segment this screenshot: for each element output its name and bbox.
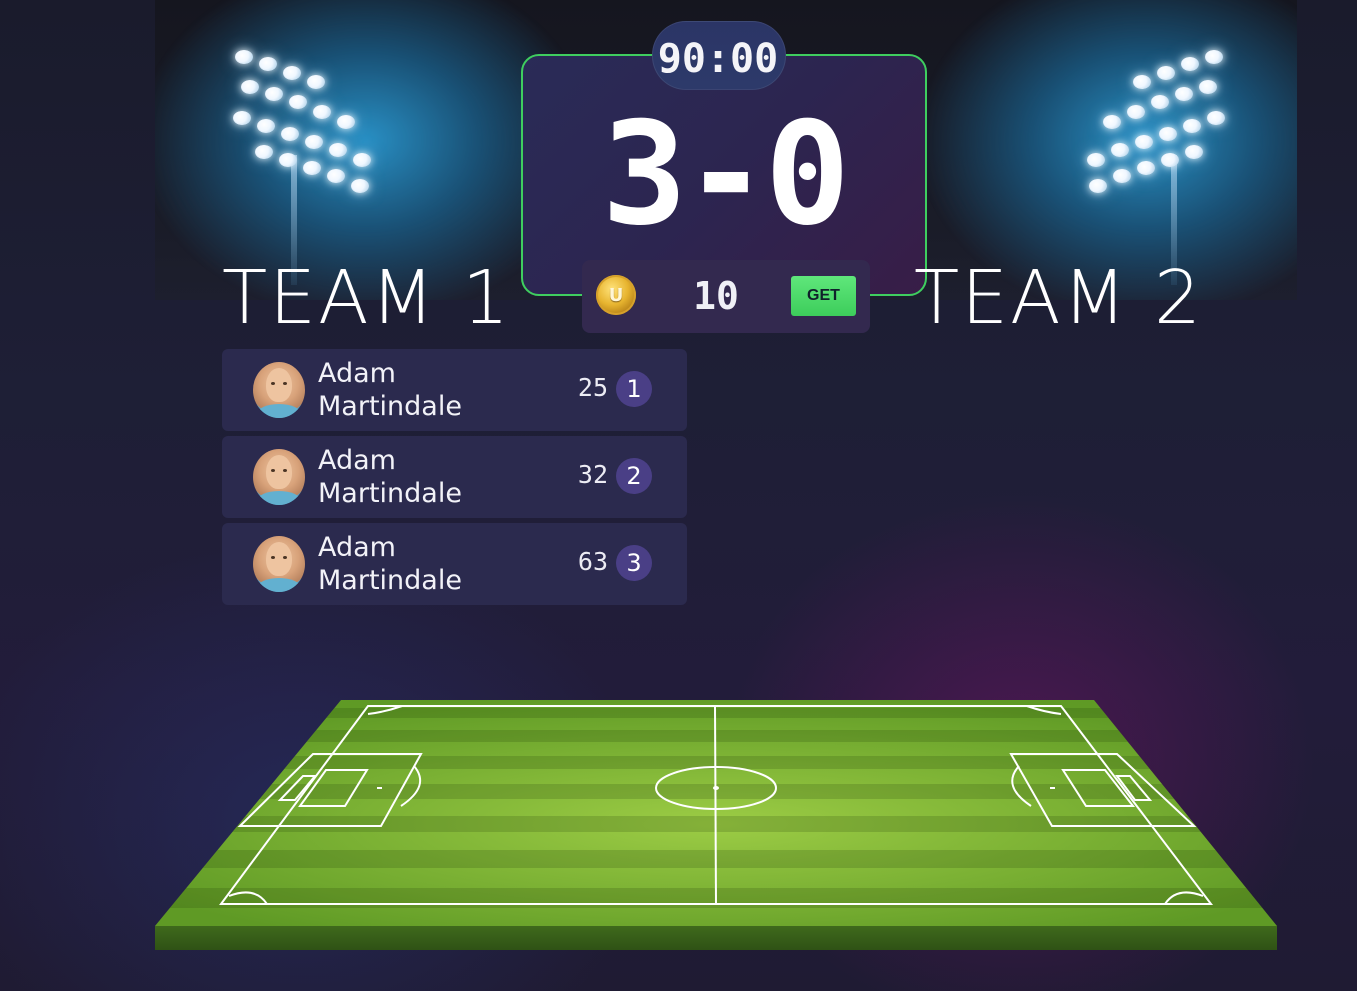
player-list: Adam Martindale 25 1 Adam Martindale 32 … xyxy=(222,349,687,610)
floodlight-lamp xyxy=(1181,57,1199,71)
floodlight-lamp xyxy=(1089,179,1107,193)
team-2-name: TEAM 2 xyxy=(914,255,1204,341)
floodlight-lamp xyxy=(1135,135,1153,149)
floodlight-lamp xyxy=(1159,127,1177,141)
floodlight-lamp xyxy=(313,105,331,119)
floodlight-lamp xyxy=(327,169,345,183)
floodlight-lamp xyxy=(305,135,323,149)
player-row[interactable]: Adam Martindale 25 1 xyxy=(222,349,687,431)
coin-icon-letter: U xyxy=(608,284,624,306)
match-score: 3-0 xyxy=(601,92,850,257)
floodlight-lamp xyxy=(1087,153,1105,167)
floodlight-lamp xyxy=(1103,115,1121,129)
floodlight-lamp xyxy=(235,50,253,64)
floodlight-lamp xyxy=(1111,143,1129,157)
player-rank-badge: 1 xyxy=(616,371,652,407)
floodlight-lamp xyxy=(257,119,275,133)
floodlight-lamp xyxy=(1151,95,1169,109)
player-rank-badge: 3 xyxy=(616,545,652,581)
coin-icon: U xyxy=(596,275,636,315)
floodlight-lamp xyxy=(337,115,355,129)
player-row[interactable]: Adam Martindale 63 3 xyxy=(222,523,687,605)
floodlight-lamp xyxy=(281,127,299,141)
player-last-name: Martindale xyxy=(318,391,462,422)
coin-count: 10 xyxy=(693,274,739,318)
player-first-name: Adam xyxy=(318,445,396,476)
player-avatar xyxy=(253,536,305,592)
floodlight-lamp xyxy=(1157,66,1175,80)
floodlight-lamp xyxy=(1137,161,1155,175)
floodlight-lamp xyxy=(1205,50,1223,64)
floodlight-lamp xyxy=(329,143,347,157)
player-name: Adam Martindale xyxy=(318,444,518,510)
floodlight-lamp xyxy=(1113,169,1131,183)
football-pitch xyxy=(155,700,1279,952)
floodlight-lamp xyxy=(289,95,307,109)
player-name: Adam Martindale xyxy=(318,357,518,423)
floodlight-lamp xyxy=(1207,111,1225,125)
floodlight-lamp xyxy=(351,179,369,193)
player-score: 63 xyxy=(577,547,608,576)
floodlight-lamps xyxy=(1045,35,1245,193)
player-last-name: Martindale xyxy=(318,478,462,509)
floodlight-lamp xyxy=(241,80,259,94)
player-avatar xyxy=(253,362,305,418)
floodlight-lamp xyxy=(259,57,277,71)
team-1-name: TEAM 1 xyxy=(222,255,512,341)
floodlight-lamp xyxy=(279,153,297,167)
floodlight-lamp xyxy=(1161,153,1179,167)
player-first-name: Adam xyxy=(318,358,396,389)
floodlight-lamp xyxy=(1199,80,1217,94)
player-name: Adam Martindale xyxy=(318,531,518,597)
player-score: 32 xyxy=(577,460,608,489)
floodlight-lamp xyxy=(353,153,371,167)
player-last-name: Martindale xyxy=(318,565,462,596)
floodlight-lamp xyxy=(1175,87,1193,101)
floodlight-lamp xyxy=(303,161,321,175)
match-timer: 90:00 xyxy=(657,36,779,82)
floodlight-lamp xyxy=(1183,119,1201,133)
player-rank-badge: 2 xyxy=(616,458,652,494)
player-first-name: Adam xyxy=(318,532,396,563)
floodlight-lamp xyxy=(283,66,301,80)
floodlight-lamp xyxy=(233,111,251,125)
football-pitch-graphic xyxy=(155,700,1277,950)
floodlight-lamps xyxy=(225,35,425,193)
floodlight-lamp xyxy=(265,87,283,101)
player-row[interactable]: Adam Martindale 32 2 xyxy=(222,436,687,518)
floodlight-lamp xyxy=(1127,105,1145,119)
floodlight-lamp xyxy=(307,75,325,89)
player-score: 25 xyxy=(577,373,608,402)
player-avatar xyxy=(253,449,305,505)
floodlight-lamp xyxy=(1185,145,1203,159)
floodlight-lamp xyxy=(1133,75,1151,89)
floodlight-lamp xyxy=(255,145,273,159)
get-coins-button[interactable]: GET xyxy=(791,276,856,316)
